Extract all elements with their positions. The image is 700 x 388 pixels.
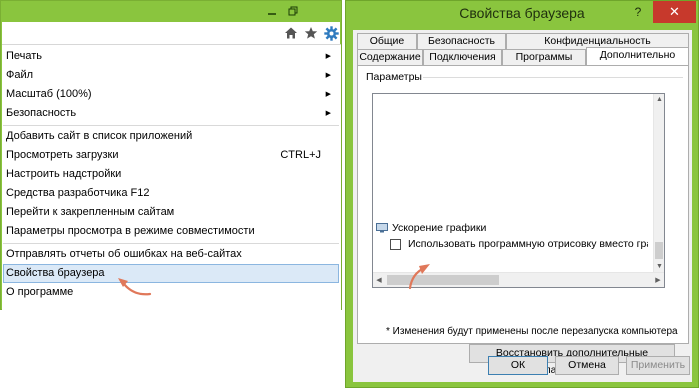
tab-advanced[interactable]: Дополнительно — [586, 47, 689, 65]
scroll-down-icon[interactable]: ▼ — [654, 261, 665, 272]
close-button[interactable]: ✕ — [653, 1, 696, 23]
tab-security[interactable]: Безопасность — [417, 33, 506, 49]
ok-button[interactable]: ОК — [488, 356, 548, 375]
menu-item-dev-tools[interactable]: Средства разработчика F12 — [3, 184, 339, 203]
tab-connections[interactable]: Подключения — [423, 49, 502, 65]
internet-options-dialog: Свойства браузера ? ✕ Общие Безопасность… — [345, 0, 699, 388]
submenu-arrow-icon: ▶ — [325, 91, 331, 98]
tab-content[interactable]: Содержание — [357, 49, 423, 65]
menu-item-label: Масштаб (100%) — [6, 88, 92, 100]
menu-item-internet-options[interactable]: Свойства браузера — [3, 264, 339, 283]
scroll-left-icon[interactable]: ◀ — [373, 273, 385, 287]
menu-item-view-downloads[interactable]: Просмотреть загрузки CTRL+J — [3, 146, 339, 165]
option-software-rendering[interactable]: Использовать программную отрисовку вмест… — [390, 237, 648, 251]
cancel-button[interactable]: Отмена — [555, 356, 619, 375]
menu-item-label: Средства разработчика F12 — [6, 187, 150, 199]
help-button[interactable]: ? — [625, 1, 651, 23]
horizontal-scrollbar[interactable]: ◀ ▶ — [373, 272, 664, 287]
home-icon[interactable] — [283, 25, 299, 41]
submenu-arrow-icon: ▶ — [325, 53, 331, 60]
restore-icon[interactable] — [285, 4, 301, 17]
menu-item-compat-view[interactable]: Параметры просмотра в режиме совместимос… — [3, 222, 339, 241]
group-divider — [423, 77, 683, 78]
menu-item-label: Свойства браузера — [6, 267, 105, 279]
menu-item-file[interactable]: Файл ▶ — [3, 66, 339, 85]
restart-note: * Изменения будут применены после переза… — [386, 326, 678, 337]
scroll-thumb[interactable] — [387, 275, 499, 285]
menu-item-print[interactable]: Печать ▶ — [3, 47, 339, 66]
monitor-icon — [376, 223, 388, 233]
checkbox-label: Использовать программную отрисовку вмест… — [408, 238, 648, 250]
menu-item-safety[interactable]: Безопасность ▶ — [3, 104, 339, 123]
menu-item-label: Печать — [6, 50, 43, 62]
scroll-thumb[interactable] — [655, 242, 663, 259]
software-rendering-checkbox[interactable] — [390, 238, 401, 250]
menu-item-label: Просмотреть загрузки — [6, 149, 119, 161]
tools-menu: Печать ▶ Файл ▶ Масштаб (100%) ▶ Безопас… — [2, 44, 341, 310]
tools-gear-icon[interactable] — [323, 25, 339, 41]
menu-item-pinned-sites[interactable]: Перейти к закрепленным сайтам — [3, 203, 339, 222]
menu-separator — [3, 243, 339, 244]
dialog-body: Общие Безопасность Конфиденциальность Со… — [353, 30, 692, 382]
category-label: Ускорение графики — [392, 222, 487, 234]
settings-list[interactable]: Ускорение графики Использовать программн… — [372, 93, 665, 288]
favorites-star-icon[interactable] — [303, 25, 319, 41]
minimize-icon[interactable] — [264, 4, 280, 17]
browser-toolbar — [2, 22, 340, 44]
menu-item-add-site-to-apps[interactable]: Добавить сайт в список приложений — [3, 127, 339, 146]
menu-item-label: Параметры просмотра в режиме совместимос… — [6, 225, 255, 237]
menu-item-label: Перейти к закрепленным сайтам — [6, 206, 175, 218]
browser-window: Печать ▶ Файл ▶ Масштаб (100%) ▶ Безопас… — [0, 0, 342, 310]
tab-programs[interactable]: Программы — [502, 49, 586, 65]
menu-item-label: Отправлять отчеты об ошибках на веб-сайт… — [6, 248, 242, 260]
apply-button[interactable]: Применить — [626, 356, 690, 375]
scroll-right-icon[interactable]: ▶ — [652, 273, 664, 287]
menu-item-label: Добавить сайт в список приложений — [6, 130, 193, 142]
menu-item-label: Безопасность — [6, 107, 77, 119]
menu-separator — [3, 125, 339, 126]
menu-item-zoom[interactable]: Масштаб (100%) ▶ — [3, 85, 339, 104]
menu-item-about[interactable]: О программе — [3, 283, 339, 302]
menu-item-label: Файл — [6, 69, 34, 81]
category-accelerated-graphics: Ускорение графики — [376, 221, 486, 235]
settings-group-label: Параметры — [366, 71, 422, 83]
tab-general[interactable]: Общие — [357, 33, 417, 49]
menu-item-report-errors[interactable]: Отправлять отчеты об ошибках на веб-сайт… — [3, 245, 339, 264]
menu-item-label: Настроить надстройки — [6, 168, 122, 180]
submenu-arrow-icon: ▶ — [325, 110, 331, 117]
vertical-scrollbar[interactable]: ▲ ▼ — [653, 94, 664, 272]
menu-item-label: О программе — [6, 286, 74, 298]
menu-item-manage-addons[interactable]: Настроить надстройки — [3, 165, 339, 184]
menu-shortcut: CTRL+J — [280, 149, 321, 161]
submenu-arrow-icon: ▶ — [325, 72, 331, 79]
scroll-up-icon[interactable]: ▲ — [654, 94, 665, 105]
